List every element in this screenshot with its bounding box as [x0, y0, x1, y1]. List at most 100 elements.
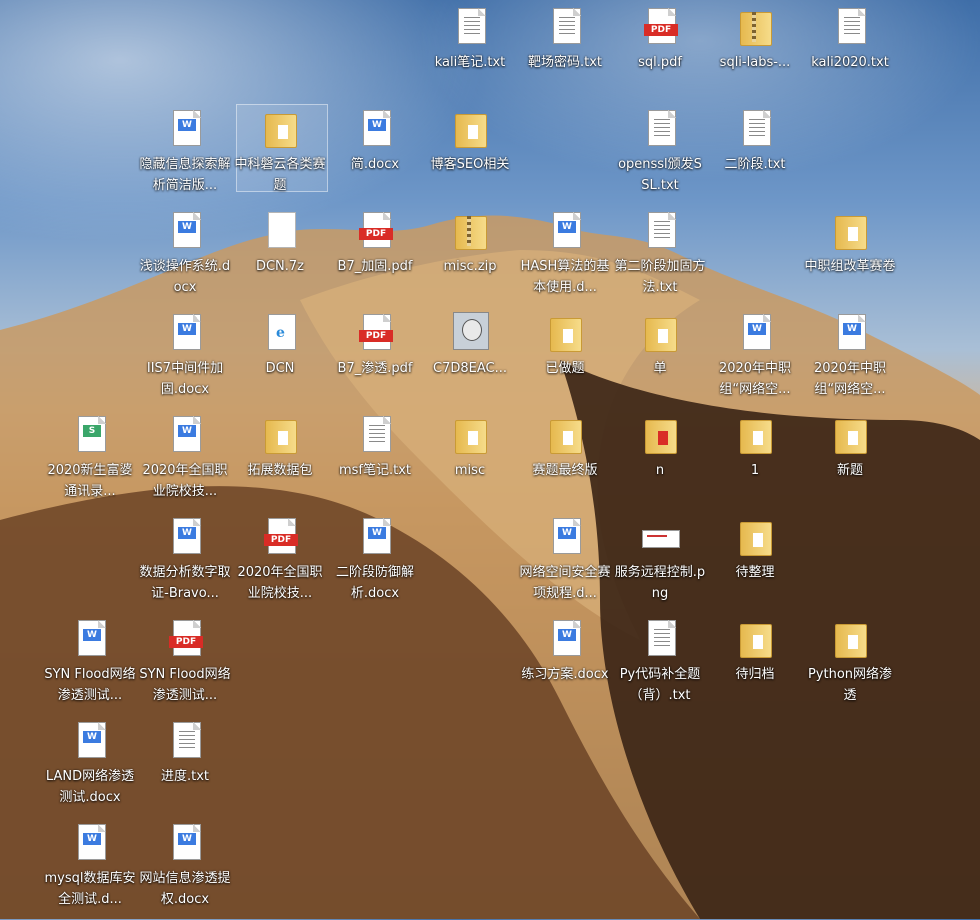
- desktop-icon[interactable]: e DCN: [232, 310, 328, 410]
- desktop-icon[interactable]: W 数据分析数字取证-Bravo...: [137, 514, 233, 614]
- xls-file-icon: S: [70, 414, 110, 456]
- desktop-icon-label: HASH算法的基本使用.d...: [520, 259, 610, 295]
- desktop-icon[interactable]: misc: [422, 412, 518, 512]
- desktop-icon[interactable]: PDF B7_加固.pdf: [327, 208, 423, 308]
- desktop-icon[interactable]: W 2020年中职组“网络空...: [707, 310, 803, 410]
- desktop-icon-label: 练习方案.docx: [521, 667, 609, 682]
- word-badge: W: [178, 221, 196, 233]
- desktop-icon[interactable]: W 网络空间安全赛项规程.d...: [517, 514, 613, 614]
- photo-file-icon: [450, 312, 490, 354]
- desktop-icon-label: 简.docx: [350, 157, 400, 172]
- desktop-icon[interactable]: kali2020.txt: [802, 4, 898, 104]
- blank-file-icon: [260, 210, 300, 252]
- desktop-icon-label: Python网络渗透: [807, 667, 893, 703]
- desktop-icon-label: 博客SEO相关: [430, 157, 510, 172]
- desktop-icon[interactable]: kali笔记.txt: [422, 4, 518, 104]
- desktop-icon-label: kali2020.txt: [811, 55, 889, 70]
- docx-file-icon: W: [355, 108, 395, 150]
- desktop-icon[interactable]: 单: [612, 310, 708, 410]
- desktop-icon[interactable]: 靶场密码.txt: [517, 4, 613, 104]
- pdf-badge: PDF: [264, 534, 298, 546]
- pdf-file-icon: PDF: [640, 6, 680, 48]
- desktop-icon[interactable]: 服务远程控制.png: [612, 514, 708, 614]
- docx-file-icon: W: [165, 312, 205, 354]
- desktop-icon[interactable]: sqli-labs-...: [707, 4, 803, 104]
- word-badge: W: [558, 527, 576, 539]
- desktop-icon-label: 二阶段.txt: [724, 157, 786, 172]
- desktop-icon-label: 已做题: [545, 361, 585, 376]
- folder-file-icon: [545, 414, 585, 456]
- desktop-icon[interactable]: Python网络渗透: [802, 616, 898, 716]
- docx-file-icon: W: [355, 516, 395, 558]
- desktop-icon-label: IIS7中间件加固.docx: [146, 361, 224, 397]
- pdf-badge: PDF: [359, 330, 393, 342]
- desktop-icon[interactable]: C7D8EAC...: [422, 310, 518, 410]
- docx-file-icon: W: [830, 312, 870, 354]
- desktop-icon[interactable]: W 二阶段防御解析.docx: [327, 514, 423, 614]
- desktop-icon[interactable]: Py代码补全题（背）.txt: [612, 616, 708, 716]
- desktop-icon[interactable]: 待归档: [707, 616, 803, 716]
- desktop-icon[interactable]: W SYN Flood网络渗透测试...: [42, 616, 138, 716]
- desktop-icon[interactable]: n: [612, 412, 708, 512]
- desktop-icon[interactable]: S 2020新生富婆通讯录...: [42, 412, 138, 512]
- desktop-icon[interactable]: 中科磐云各类赛题: [232, 106, 328, 206]
- desktop-icon[interactable]: W 练习方案.docx: [517, 616, 613, 716]
- desktop-icon[interactable]: 1: [707, 412, 803, 512]
- desktop-icon-label: Py代码补全题（背）.txt: [619, 667, 701, 703]
- desktop-icon[interactable]: openssl颁发SSL.txt: [612, 106, 708, 206]
- sheet-badge: S: [83, 425, 101, 437]
- desktop-icon[interactable]: W 简.docx: [327, 106, 423, 206]
- desktop-icon[interactable]: W IIS7中间件加固.docx: [137, 310, 233, 410]
- desktop-icon-label: 中职组改革赛卷: [804, 259, 896, 274]
- desktop-icon[interactable]: 博客SEO相关: [422, 106, 518, 206]
- desktop-icon[interactable]: W 2020年全国职业院校技...: [137, 412, 233, 512]
- word-badge: W: [178, 119, 196, 131]
- word-badge: W: [558, 221, 576, 233]
- desktop-icon[interactable]: W HASH算法的基本使用.d...: [517, 208, 613, 308]
- desktop-icon-label: sqli-labs-...: [719, 55, 791, 70]
- docx-file-icon: W: [545, 210, 585, 252]
- desktop-icon-label: mysql数据库安全测试.d...: [44, 871, 136, 907]
- desktop-icon[interactable]: 已做题: [517, 310, 613, 410]
- folder-file-icon: [830, 210, 870, 252]
- desktop-icon[interactable]: W 网站信息渗透提权.docx: [137, 820, 233, 920]
- desktop-icon[interactable]: W 浅谈操作系统.docx: [137, 208, 233, 308]
- desktop-icon[interactable]: PDF sql.pdf: [612, 4, 708, 104]
- folder-file-icon: [640, 312, 680, 354]
- desktop-icon[interactable]: W 2020年中职组“网络空...: [802, 310, 898, 410]
- docx-file-icon: W: [165, 210, 205, 252]
- desktop-icon[interactable]: Wmysql数据库安全测试.d...: [42, 820, 138, 920]
- desktop-icon[interactable]: 待整理: [707, 514, 803, 614]
- desktop-icon-label: n: [655, 463, 665, 478]
- desktop-icon[interactable]: 赛题最终版: [517, 412, 613, 512]
- desktop-icon[interactable]: W LAND网络渗透测试.docx: [42, 718, 138, 818]
- desktop-icon[interactable]: DCN.7z: [232, 208, 328, 308]
- folder-file-icon: [450, 414, 490, 456]
- desktop-icon-label: 新题: [836, 463, 863, 478]
- desktop-icon[interactable]: 第二阶段加固方法.txt: [612, 208, 708, 308]
- pdf-file-icon: PDF: [355, 312, 395, 354]
- desktop-icon-label: misc.zip: [443, 259, 497, 274]
- docx-file-icon: W: [165, 414, 205, 456]
- desktop-icon[interactable]: PDF 2020年全国职业院校技...: [232, 514, 328, 614]
- desktop-icon[interactable]: W 隐藏信息探索解析简洁版...: [137, 106, 233, 206]
- desktop-icon[interactable]: PDF B7_渗透.pdf: [327, 310, 423, 410]
- desktop-icon[interactable]: 新题: [802, 412, 898, 512]
- desktop-icon[interactable]: 进度.txt: [137, 718, 233, 818]
- desktop-icon-label: SYN Flood网络渗透测试...: [139, 667, 231, 703]
- desktop-icon[interactable]: 中职组改革赛卷: [802, 208, 898, 308]
- desktop-icon-label: B7_加固.pdf: [337, 259, 413, 274]
- desktop-icon[interactable]: 二阶段.txt: [707, 106, 803, 206]
- desktop-icon[interactable]: PDF SYN Flood网络渗透测试...: [137, 616, 233, 716]
- word-badge: W: [368, 119, 386, 131]
- desktop-icon[interactable]: misc.zip: [422, 208, 518, 308]
- docx-file-icon: W: [545, 516, 585, 558]
- desktop-icon[interactable]: msf笔记.txt: [327, 412, 423, 512]
- desktop-icon-label: 网站信息渗透提权.docx: [139, 871, 231, 907]
- txt-file-icon: [640, 108, 680, 150]
- folder-file-icon: [735, 414, 775, 456]
- desktop-icon[interactable]: 拓展数据包: [232, 412, 328, 512]
- pdf-badge: PDF: [169, 636, 203, 648]
- desktop-icon-label: 中科磐云各类赛题: [234, 157, 326, 193]
- desktop-icon-label: 第二阶段加固方法.txt: [614, 259, 706, 295]
